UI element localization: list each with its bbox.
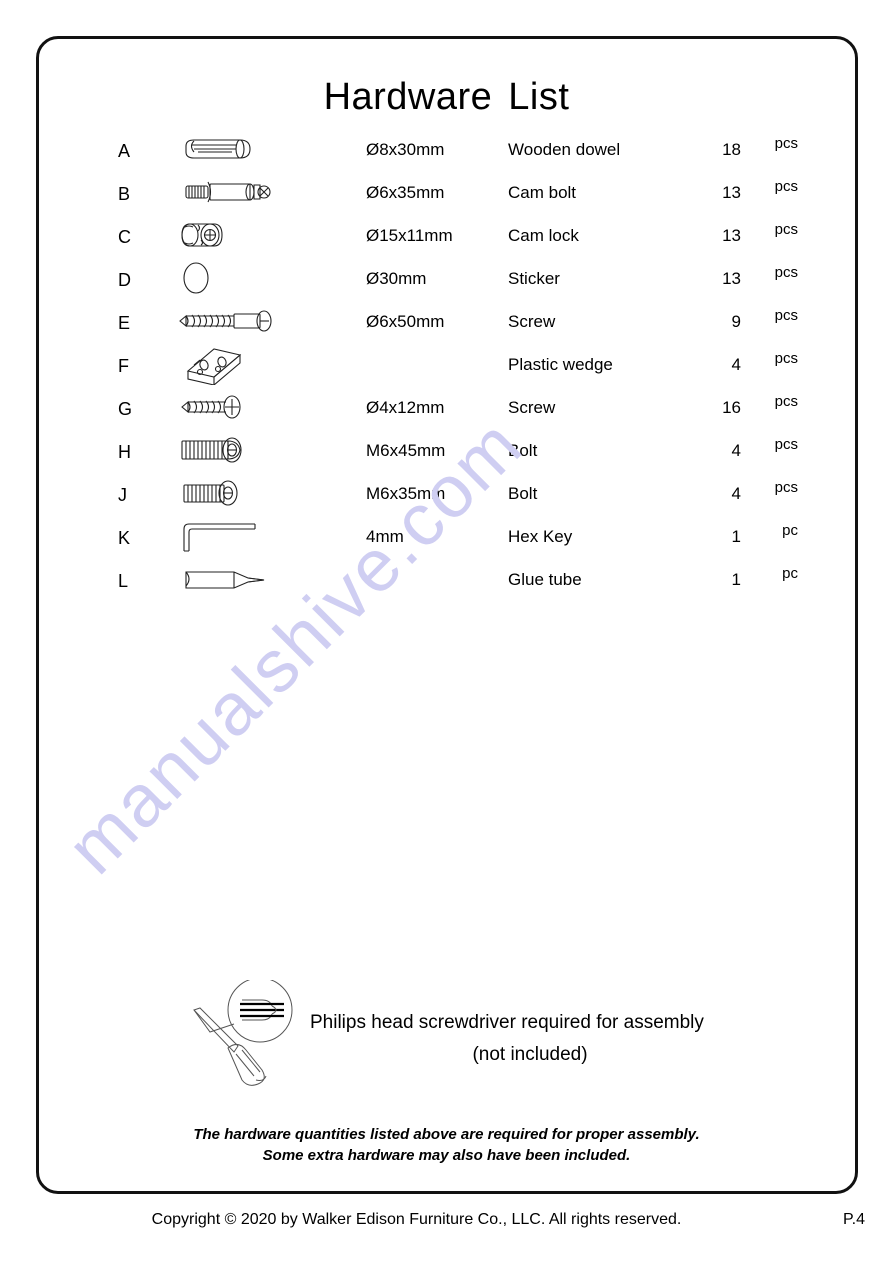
page-number: P.4 (843, 1211, 865, 1228)
row-unit: pc (782, 565, 798, 582)
sticker-icon (176, 257, 306, 299)
table-row: D Ø30mm Sticker 13 pcs (0, 261, 893, 304)
page-title-part2: List (508, 76, 570, 118)
row-letter: F (118, 356, 129, 376)
row-name: Bolt (508, 484, 538, 503)
table-row: H M6x45mm Bolt 4 pcs (0, 433, 893, 476)
row-spec: Ø8x30mm (366, 140, 445, 159)
row-name: Bolt (508, 441, 538, 460)
row-unit: pcs (774, 135, 798, 152)
row-qty: 13 (722, 269, 741, 288)
table-row: C Ø15x11mm Cam lock 13 pcs (0, 218, 893, 261)
row-spec: Ø6x50mm (366, 312, 445, 331)
row-letter: K (118, 528, 131, 548)
screw-long-icon (176, 300, 306, 342)
table-row: A Ø8x30mm Wooden dowel 18 pcs (0, 132, 893, 175)
row-unit: pcs (774, 178, 798, 195)
row-qty: 1 (731, 527, 741, 546)
row-qty: 13 (722, 226, 741, 245)
hardware-list-table: A Ø8x30mm Wooden dowel 18 pcs B Ø6x35mm … (0, 132, 893, 605)
hex-key-icon (176, 515, 306, 557)
tool-note-line-1: Philips head screwdriver required for as… (310, 1012, 704, 1033)
page-title-part1: Hardware (323, 76, 493, 118)
row-qty: 4 (731, 441, 741, 460)
bolt-long-icon (176, 429, 306, 471)
row-qty: 1 (731, 570, 741, 589)
row-qty: 18 (722, 140, 741, 159)
row-qty: 13 (722, 183, 741, 202)
row-qty: 4 (731, 484, 741, 503)
row-name: Wooden dowel (508, 140, 621, 159)
row-name: Plastic wedge (508, 355, 613, 374)
table-row: K 4mm Hex Key 1 pc (0, 519, 893, 562)
row-name: Screw (508, 312, 556, 331)
row-unit: pc (782, 522, 798, 539)
table-row: B Ø6x35mm Cam bolt 13 pcs (0, 175, 893, 218)
row-name: Hex Key (508, 527, 573, 546)
cam-bolt-icon (176, 171, 306, 213)
screw-short-icon (176, 386, 306, 428)
row-letter: L (118, 571, 129, 591)
row-spec: Ø15x11mm (366, 226, 453, 245)
row-unit: pcs (774, 350, 798, 367)
hardware-list-page: manualshive.com Hardware List A Ø8x30mm W… (0, 0, 893, 1263)
table-row: F Plastic wedge 4 pcs (0, 347, 893, 390)
row-name: Screw (508, 398, 556, 417)
tool-note-line-2: (not included) (472, 1044, 588, 1065)
row-spec: Ø30mm (366, 269, 427, 288)
footnote-line-2: Some extra hardware may also have been i… (262, 1147, 631, 1164)
row-letter: B (118, 184, 131, 204)
row-qty: 9 (731, 312, 741, 331)
row-unit: pcs (774, 479, 798, 496)
row-letter: H (118, 442, 131, 462)
footnote-line-1: The hardware quantities listed above are… (193, 1126, 700, 1143)
table-row: G Ø4x12mm Screw 16 pcs (0, 390, 893, 433)
page-title: Hardware List (0, 76, 893, 119)
row-letter: D (118, 270, 131, 290)
glue-tube-icon (176, 558, 306, 600)
row-spec: Ø4x12mm (366, 398, 445, 417)
row-letter: A (118, 141, 131, 161)
row-letter: C (118, 227, 131, 247)
row-spec: M6x45mm (366, 441, 446, 460)
row-spec: M6x35mm (366, 484, 446, 503)
row-name: Cam lock (508, 226, 579, 245)
row-unit: pcs (774, 393, 798, 410)
bolt-short-icon (176, 472, 306, 514)
row-name: Glue tube (508, 570, 582, 589)
cam-lock-icon (176, 214, 306, 256)
plastic-wedge-icon (176, 343, 306, 385)
row-spec: 4mm (366, 527, 404, 546)
table-row: L Glue tube 1 pc (0, 562, 893, 605)
row-letter: G (118, 399, 133, 419)
row-name: Cam bolt (508, 183, 577, 202)
table-row: E Ø6x50mm Screw 9 pcs (0, 304, 893, 347)
row-name: Sticker (508, 269, 560, 288)
hardware-footnote: The hardware quantities listed above are… (0, 1124, 893, 1166)
table-row: J M6x35mm Bolt 4 pcs (0, 476, 893, 519)
copyright-text: Copyright © 2020 by Walker Edison Furnit… (151, 1211, 682, 1228)
row-unit: pcs (774, 221, 798, 238)
row-spec: Ø6x35mm (366, 183, 445, 202)
row-letter: E (118, 313, 131, 333)
row-unit: pcs (774, 307, 798, 324)
screwdriver-icon (172, 977, 302, 1095)
row-letter: J (118, 485, 127, 505)
row-unit: pcs (774, 264, 798, 281)
row-qty: 4 (731, 355, 741, 374)
wooden-dowel-icon (176, 128, 306, 170)
row-qty: 16 (722, 398, 741, 417)
row-unit: pcs (774, 436, 798, 453)
